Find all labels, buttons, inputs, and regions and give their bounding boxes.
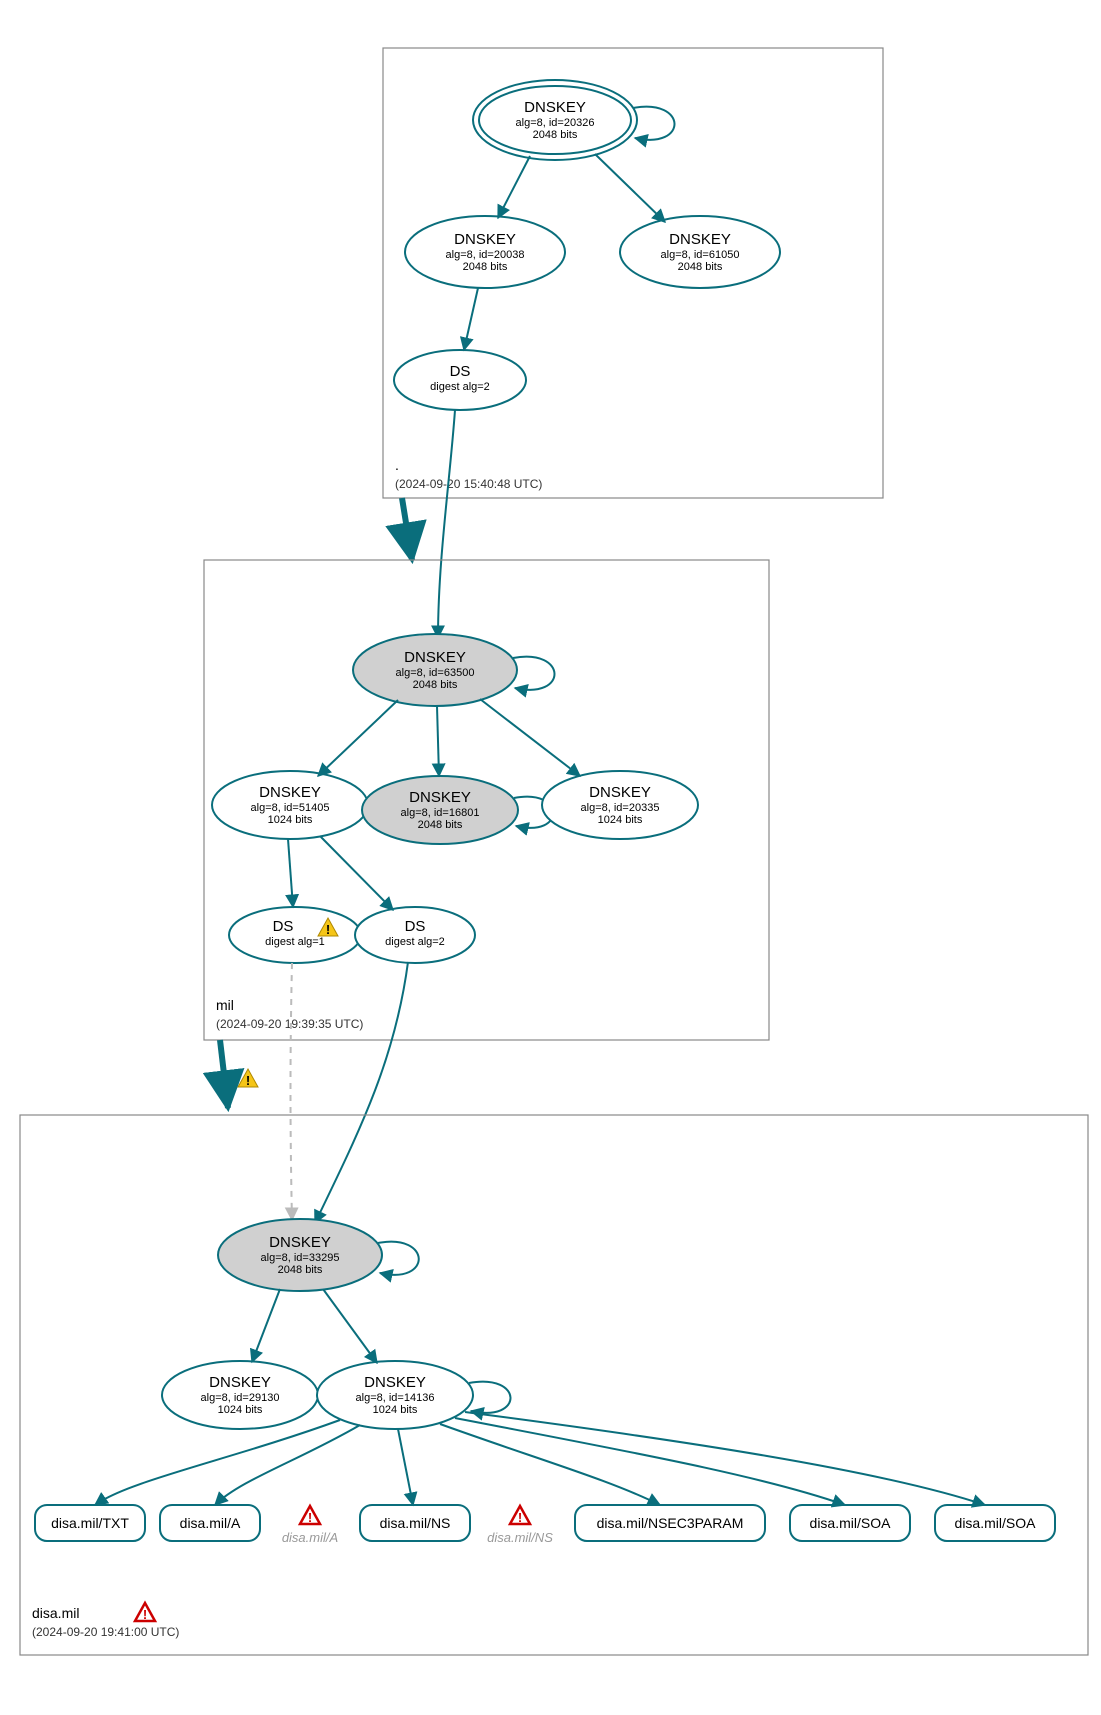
disa-k1-sub2: 2048 bits	[278, 1264, 323, 1276]
root-k3-sub1: alg=8, id=61050	[661, 249, 740, 261]
mil-k4-sub1: alg=8, id=20335	[581, 802, 660, 814]
error-icon	[510, 1506, 530, 1525]
error-icon	[135, 1603, 155, 1622]
zone-root-label: .	[395, 457, 399, 473]
mil-ds1-sub1: digest alg=1	[265, 936, 325, 948]
edge-ds1-disak1-dashed	[291, 963, 293, 1220]
edge-root-ksk-self	[633, 107, 675, 140]
mil-ds2-title: DS	[405, 918, 426, 935]
rr-nsec3-label: disa.mil/NSEC3PARAM	[597, 1515, 744, 1531]
disa-k2-sub1: alg=8, id=29130	[201, 1392, 280, 1404]
edge-disak1-k3	[323, 1289, 377, 1363]
mil-k3-sub1: alg=8, id=16801	[401, 807, 480, 819]
root-ds-sub1: digest alg=2	[430, 381, 490, 393]
edge-milk1-k2	[318, 700, 398, 776]
rr-ns-ghost-label: disa.mil/NS	[487, 1530, 553, 1545]
mil-k1-sub2: 2048 bits	[413, 679, 458, 691]
mil-k2-sub2: 1024 bits	[268, 814, 313, 826]
root-k3-title: DNSKEY	[669, 231, 731, 248]
rr-txt: disa.mil/TXT	[35, 1505, 145, 1541]
mil-ds1-title: DS	[273, 918, 294, 935]
zone-mil-time: (2024-09-20 19:39:35 UTC)	[216, 1017, 363, 1031]
disa-k3-sub1: alg=8, id=14136	[356, 1392, 435, 1404]
root-ksk-title: DNSKEY	[524, 99, 586, 116]
mil-k3-sub2: 2048 bits	[418, 819, 463, 831]
zone-disa-label: disa.mil	[32, 1605, 79, 1621]
node-root-ds	[394, 350, 526, 410]
rr-soa2: disa.mil/SOA	[935, 1505, 1055, 1541]
mil-k4-title: DNSKEY	[589, 784, 651, 801]
edge-milk2-ds2	[320, 836, 393, 910]
root-k2-title: DNSKEY	[454, 231, 516, 248]
mil-k4-sub2: 1024 bits	[598, 814, 643, 826]
disa-k2-title: DNSKEY	[209, 1374, 271, 1391]
edge-disak3-self	[469, 1382, 511, 1413]
rr-ns: disa.mil/NS	[360, 1505, 470, 1541]
node-mil-ds1	[229, 907, 361, 963]
disa-k3-title: DNSKEY	[364, 1374, 426, 1391]
dnssec-graph: ! ! . (2024-09-20 15:40:48 UTC) DNSKEY a…	[0, 0, 1101, 1715]
root-k2-sub1: alg=8, id=20038	[446, 249, 525, 261]
edge-k3-txt	[95, 1420, 340, 1505]
root-k2-sub2: 2048 bits	[463, 261, 508, 273]
edge-milk2-ds1	[288, 839, 293, 907]
edge-rootds-milk1	[438, 410, 455, 638]
edge-milk1-self	[513, 657, 555, 690]
rr-ns-label: disa.mil/NS	[380, 1515, 451, 1531]
mil-k1-sub1: alg=8, id=63500	[396, 667, 475, 679]
edge-rootk2-ds	[464, 288, 478, 350]
rr-ns-ghost: disa.mil/NS	[487, 1506, 553, 1545]
edge-milk1-k4	[480, 699, 580, 776]
rr-a-ghost-label: disa.mil/A	[282, 1530, 338, 1545]
zone-root-time: (2024-09-20 15:40:48 UTC)	[395, 477, 542, 491]
rr-nsec3: disa.mil/NSEC3PARAM	[575, 1505, 765, 1541]
zone-mil-label: mil	[216, 997, 234, 1013]
edge-rootksk-k2	[498, 156, 530, 218]
edge-disak1-self	[378, 1242, 419, 1275]
edge-ds2-disak1	[315, 962, 408, 1223]
rr-txt-label: disa.mil/TXT	[51, 1515, 129, 1531]
rr-a-label: disa.mil/A	[180, 1515, 241, 1531]
edge-milk1-k3	[437, 706, 439, 776]
mil-ds2-sub1: digest alg=2	[385, 936, 445, 948]
node-mil-ds2	[355, 907, 475, 963]
rr-soa1: disa.mil/SOA	[790, 1505, 910, 1541]
disa-k1-sub1: alg=8, id=33295	[261, 1252, 340, 1264]
root-ds-title: DS	[450, 363, 471, 380]
edge-deleg-mil-disa	[220, 1040, 228, 1108]
root-k3-sub2: 2048 bits	[678, 261, 723, 273]
mil-k1-title: DNSKEY	[404, 649, 466, 666]
edge-k3-soa1	[455, 1418, 845, 1505]
edge-k3-ns	[398, 1429, 413, 1505]
rr-soa2-label: disa.mil/SOA	[955, 1515, 1037, 1531]
root-ksk-sub2: 2048 bits	[533, 129, 578, 141]
disa-k3-sub2: 1024 bits	[373, 1404, 418, 1416]
mil-k3-title: DNSKEY	[409, 789, 471, 806]
edge-k3-soa2	[465, 1412, 985, 1505]
disa-k1-title: DNSKEY	[269, 1234, 331, 1251]
mil-k2-title: DNSKEY	[259, 784, 321, 801]
rr-a: disa.mil/A	[160, 1505, 260, 1541]
rr-soa1-label: disa.mil/SOA	[810, 1515, 892, 1531]
edge-deleg-root-mil	[402, 498, 412, 560]
zone-disa-time: (2024-09-20 19:41:00 UTC)	[32, 1625, 179, 1639]
mil-k2-sub1: alg=8, id=51405	[251, 802, 330, 814]
edge-disak1-k2	[252, 1289, 280, 1362]
error-icon	[300, 1506, 320, 1525]
disa-k2-sub2: 1024 bits	[218, 1404, 263, 1416]
edge-rootksk-k3	[595, 154, 665, 222]
rr-a-ghost: disa.mil/A	[282, 1506, 338, 1545]
warning-icon	[238, 1069, 258, 1088]
root-ksk-sub1: alg=8, id=20326	[516, 117, 595, 129]
